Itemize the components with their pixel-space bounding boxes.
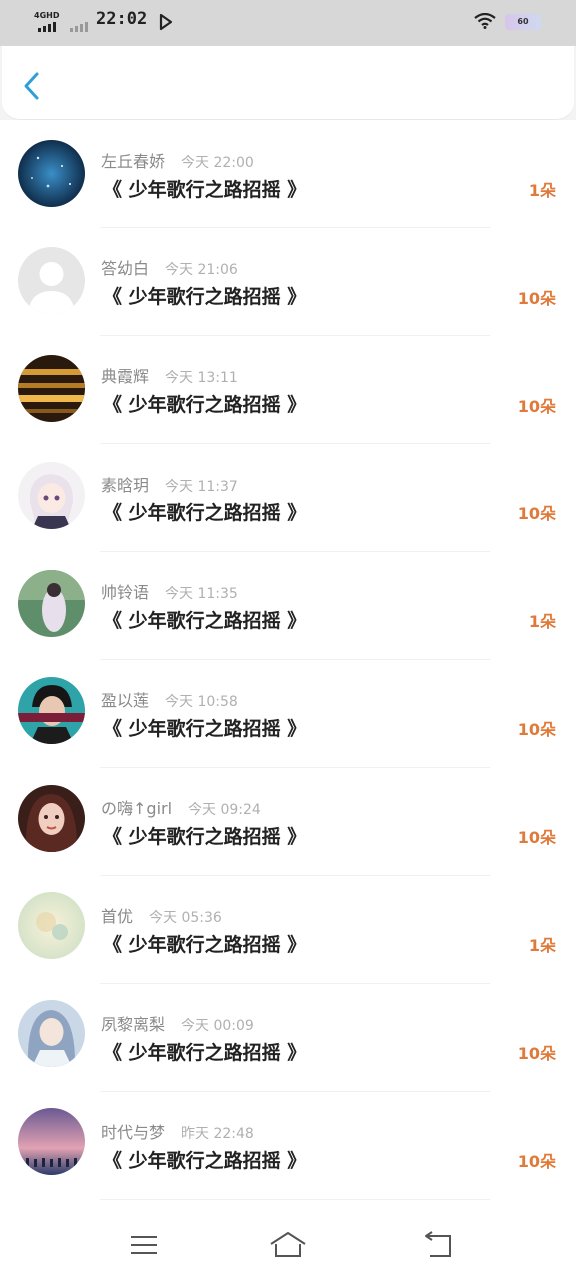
gift-time: 今天 11:35 [165, 586, 238, 602]
chevron-left-icon[interactable] [18, 68, 50, 104]
status-bar: 4GHD 22:02 60 [0, 0, 576, 46]
sender-name: 答幼白 今天 21:06 [101, 259, 238, 278]
avatar [18, 570, 85, 637]
wifi-icon [474, 13, 496, 29]
gift-time: 今天 21:06 [165, 262, 238, 278]
gift-quantity: 10朵 [517, 289, 556, 308]
gift-time: 今天 11:37 [165, 479, 238, 495]
list-item[interactable]: 夙黎离梨 今天 00:09 《 少年歌行之路招摇 》 10朵 [0, 984, 576, 1092]
row-divider [100, 1199, 490, 1200]
sender-name: の嗨↑girl 今天 09:24 [101, 799, 261, 818]
gift-quantity: 10朵 [517, 504, 556, 523]
gift-quantity: 10朵 [517, 1044, 556, 1063]
signal-icon [38, 22, 56, 32]
list-item[interactable]: 答幼白 今天 21:06 《 少年歌行之路招摇 》 10朵 [0, 228, 576, 336]
avatar [18, 355, 85, 422]
book-title: 《 少年歌行之路招摇 》 [103, 502, 307, 524]
gift-quantity: 10朵 [517, 828, 556, 847]
gift-time: 今天 00:09 [181, 1018, 254, 1034]
avatar [18, 247, 85, 314]
gift-quantity: 1朵 [528, 936, 556, 955]
list-item[interactable]: 时代与梦 昨天 22:48 《 少年歌行之路招摇 》 10朵 [0, 1092, 576, 1200]
play-icon [159, 13, 173, 31]
avatar [18, 677, 85, 744]
gift-time: 今天 10:58 [165, 694, 238, 710]
gift-time: 今天 09:24 [188, 802, 261, 818]
avatar [18, 892, 85, 959]
sender-name: 时代与梦 昨天 22:48 [101, 1123, 254, 1142]
book-title: 《 少年歌行之路招摇 》 [103, 1042, 307, 1064]
avatar [18, 785, 85, 852]
sender-name: 首优 今天 05:36 [101, 907, 222, 926]
avatar [18, 140, 85, 207]
avatar [18, 1000, 85, 1067]
book-title: 《 少年歌行之路招摇 》 [103, 286, 307, 308]
sender-name: 素晗玥 今天 11:37 [101, 476, 238, 495]
sender-name: 典霞辉 今天 13:11 [101, 367, 238, 386]
avatar [18, 1108, 85, 1175]
avatar [18, 462, 85, 529]
list-item[interactable]: 素晗玥 今天 11:37 《 少年歌行之路招摇 》 10朵 [0, 444, 576, 552]
battery-indicator: 60 [505, 14, 541, 30]
gift-time: 今天 13:11 [165, 370, 238, 386]
back-icon[interactable] [418, 1230, 458, 1260]
list-item[interactable]: 首优 今天 05:36 《 少年歌行之路招摇 》 1朵 [0, 876, 576, 984]
top-bar [2, 46, 574, 120]
gift-time: 今天 05:36 [149, 910, 222, 926]
gift-quantity: 1朵 [528, 612, 556, 631]
sender-name: 左丘春娇 今天 22:00 [101, 152, 254, 171]
book-title: 《 少年歌行之路招摇 》 [103, 179, 307, 201]
list-item[interactable]: の嗨↑girl 今天 09:24 《 少年歌行之路招摇 》 10朵 [0, 768, 576, 876]
gift-time: 今天 22:00 [181, 155, 254, 171]
gift-list: 左丘春娇 今天 22:00 《 少年歌行之路招摇 》 1朵 答幼白 今天 21:06… [0, 120, 576, 1210]
book-title: 《 少年歌行之路招摇 》 [103, 718, 307, 740]
signal-icon-secondary [70, 22, 88, 32]
clock: 22:02 [96, 9, 148, 29]
menu-icon[interactable] [125, 1230, 165, 1260]
sender-name: 帅铃语 今天 11:35 [101, 583, 238, 602]
gift-time: 昨天 22:48 [181, 1126, 254, 1142]
list-item[interactable]: 帅铃语 今天 11:35 《 少年歌行之路招摇 》 1朵 [0, 552, 576, 660]
book-title: 《 少年歌行之路招摇 》 [103, 610, 307, 632]
system-nav-bar [0, 1210, 576, 1280]
gift-quantity: 1朵 [528, 181, 556, 200]
list-item[interactable]: 左丘春娇 今天 22:00 《 少年歌行之路招摇 》 1朵 [0, 120, 576, 228]
home-icon[interactable] [268, 1230, 308, 1260]
book-title: 《 少年歌行之路招摇 》 [103, 826, 307, 848]
sender-name: 盈以莲 今天 10:58 [101, 691, 238, 710]
sender-name: 夙黎离梨 今天 00:09 [101, 1015, 254, 1034]
list-item[interactable]: 典霞辉 今天 13:11 《 少年歌行之路招摇 》 10朵 [0, 336, 576, 444]
list-item[interactable]: 盈以莲 今天 10:58 《 少年歌行之路招摇 》 10朵 [0, 660, 576, 768]
book-title: 《 少年歌行之路招摇 》 [103, 394, 307, 416]
network-type: 4GHD [34, 11, 60, 20]
book-title: 《 少年歌行之路招摇 》 [103, 1150, 307, 1172]
book-title: 《 少年歌行之路招摇 》 [103, 934, 307, 956]
gift-quantity: 10朵 [517, 720, 556, 739]
gift-quantity: 10朵 [517, 397, 556, 416]
gift-quantity: 10朵 [517, 1152, 556, 1171]
